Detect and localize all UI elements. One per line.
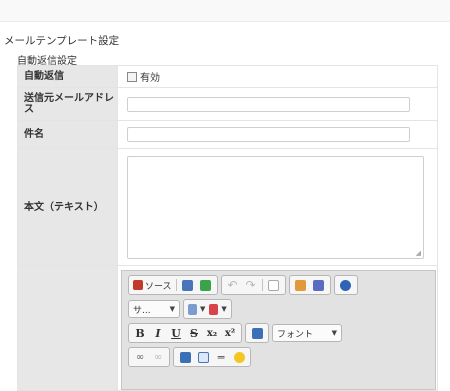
link-button[interactable]: ∞ bbox=[131, 349, 149, 365]
maximize-icon bbox=[200, 279, 212, 291]
unlink-icon: ∞ bbox=[153, 351, 163, 363]
from-address-label: 送信元メールアドレス bbox=[17, 87, 118, 121]
table-button[interactable]: ▼ bbox=[207, 301, 228, 317]
superscript-button[interactable]: x² bbox=[221, 325, 239, 341]
body-text-row: 本文（テキスト） ◢ bbox=[17, 148, 438, 266]
editor-toolbar-row-4: ∞ ∞ ═ bbox=[128, 347, 429, 367]
new-page-button[interactable] bbox=[265, 277, 283, 293]
preview-button[interactable] bbox=[292, 277, 310, 293]
from-address-input[interactable] bbox=[127, 96, 410, 112]
template-group bbox=[288, 275, 331, 295]
about-button[interactable] bbox=[337, 277, 355, 293]
smiley-icon bbox=[233, 351, 245, 363]
page-title: メールテンプレート設定 bbox=[4, 35, 120, 47]
horizontal-rule-icon: ═ bbox=[217, 350, 225, 364]
preview-icon bbox=[295, 279, 307, 291]
subscript-button[interactable]: x₂ bbox=[203, 325, 221, 341]
insert-button[interactable] bbox=[176, 349, 194, 365]
template-icon bbox=[313, 279, 325, 291]
maximize-button[interactable] bbox=[197, 277, 215, 293]
horizontal-rule-button[interactable]: ═ bbox=[212, 349, 230, 365]
redo-icon: ↷ bbox=[245, 278, 256, 292]
subject-label: 件名 bbox=[17, 120, 118, 149]
source-button-label: ソース bbox=[145, 281, 172, 292]
editor-toolbar-row-3: B I U S x₂ x² フォント ▼ bbox=[128, 323, 429, 343]
link-icon: ∞ bbox=[135, 351, 145, 363]
smiley-button[interactable] bbox=[230, 349, 248, 365]
source-icon bbox=[133, 280, 143, 290]
top-bar bbox=[0, 0, 450, 22]
font-combo[interactable]: フォント ▼ bbox=[272, 324, 342, 342]
about-group bbox=[333, 275, 358, 295]
unlink-button[interactable]: ∞ bbox=[149, 349, 167, 365]
table-icon bbox=[209, 303, 219, 315]
html-body-label bbox=[17, 265, 118, 391]
grid-icon bbox=[197, 351, 209, 363]
editor-toolbar-row-1: ソース ↶ ↷ bbox=[128, 275, 429, 295]
auto-reply-checkbox[interactable] bbox=[127, 71, 137, 82]
subject-input[interactable] bbox=[127, 127, 410, 142]
body-text-label: 本文（テキスト） bbox=[17, 148, 118, 266]
save-icon bbox=[182, 279, 194, 291]
insert-group: ═ bbox=[173, 347, 251, 367]
chevron-down-icon: ▼ bbox=[169, 305, 175, 313]
image-icon bbox=[251, 327, 263, 339]
bulleted-list-icon bbox=[188, 303, 197, 315]
basic-styles-group: B I U S x₂ x² bbox=[128, 323, 242, 343]
format-combo-value: サ... bbox=[133, 305, 151, 316]
auto-reply-label: 自動返信 bbox=[17, 65, 118, 88]
insert-icon bbox=[179, 351, 191, 363]
html-body-row: ソース ↶ ↷ サ... ▼ ▼ ▼ B I U S x₂ x² フォント ▼ … bbox=[17, 265, 438, 391]
auto-reply-checkbox-label[interactable]: 有効 bbox=[140, 69, 160, 84]
body-text-textarea[interactable]: ◢ bbox=[127, 155, 424, 259]
format-combo[interactable]: サ... ▼ bbox=[128, 300, 180, 318]
settings-form-table: 自動返信 有効 送信元メールアドレス 件名 本文（テキスト） ◢ ソース ↶ ↷… bbox=[17, 65, 438, 391]
auto-reply-checkbox-wrap[interactable]: 有効 bbox=[127, 69, 437, 84]
bulleted-list-button[interactable]: ▼ bbox=[186, 301, 207, 317]
rich-text-editor: ソース ↶ ↷ サ... ▼ ▼ ▼ B I U S x₂ x² フォント ▼ … bbox=[121, 270, 436, 390]
history-group: ↶ ↷ bbox=[220, 275, 286, 295]
template-button[interactable] bbox=[310, 277, 328, 293]
image-group bbox=[245, 323, 269, 343]
source-group: ソース bbox=[128, 275, 218, 295]
bold-button[interactable]: B bbox=[131, 325, 149, 341]
undo-icon: ↶ bbox=[227, 278, 238, 292]
auto-reply-row: 自動返信 有効 bbox=[17, 65, 438, 88]
about-icon bbox=[340, 279, 352, 291]
resize-grip-icon[interactable]: ◢ bbox=[416, 249, 421, 257]
image-button[interactable] bbox=[248, 325, 266, 341]
underline-button[interactable]: U bbox=[167, 325, 185, 341]
link-group: ∞ ∞ bbox=[128, 347, 170, 367]
editor-toolbar-row-2: サ... ▼ ▼ ▼ bbox=[128, 299, 429, 319]
source-button[interactable]: ソース bbox=[131, 277, 174, 293]
grid-button[interactable] bbox=[194, 349, 212, 365]
font-combo-value: フォント bbox=[277, 329, 314, 340]
new-page-icon bbox=[268, 279, 280, 291]
from-address-row: 送信元メールアドレス bbox=[17, 87, 438, 121]
undo-button[interactable]: ↶ bbox=[224, 277, 242, 293]
chevron-down-icon: ▼ bbox=[331, 329, 337, 337]
redo-button[interactable]: ↷ bbox=[242, 277, 260, 293]
save-button[interactable] bbox=[179, 277, 197, 293]
italic-button[interactable]: I bbox=[149, 325, 167, 341]
strike-button[interactable]: S bbox=[185, 325, 203, 341]
subject-row: 件名 bbox=[17, 120, 438, 149]
list-table-group: ▼ ▼ bbox=[183, 299, 232, 319]
